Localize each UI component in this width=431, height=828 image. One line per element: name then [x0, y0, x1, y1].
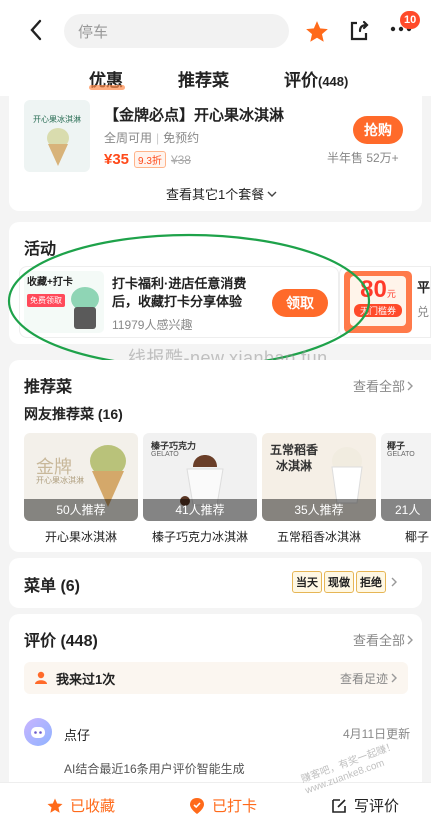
- favorite-button[interactable]: 已收藏: [46, 795, 115, 816]
- chevron-right-icon: [391, 577, 397, 587]
- chevron-right-icon: [391, 673, 397, 683]
- ai-name: 点仔: [64, 728, 91, 743]
- dish-name: 榛子巧克力冰淇淋: [151, 530, 248, 544]
- ai-summary: AI结合最近16条用户评价智能生成: [64, 762, 245, 776]
- tab-underline: [89, 85, 125, 90]
- dish-badge: 41人推荐: [143, 499, 257, 521]
- location-check-icon: [190, 797, 204, 814]
- buy-button[interactable]: 抢购: [353, 116, 403, 144]
- back-icon[interactable]: [28, 18, 44, 42]
- dishes-title: 推荐菜: [24, 379, 73, 396]
- tab-reviews[interactable]: 评价(448): [284, 66, 348, 91]
- deal-thumbnail[interactable]: 开心果冰淇淋: [24, 100, 90, 172]
- footprint-link[interactable]: 查看足迹: [340, 670, 388, 687]
- tab-dishes[interactable]: 推荐菜: [178, 66, 229, 91]
- tab-deals[interactable]: 优惠: [89, 66, 125, 91]
- deal-sales: 半年售 52万+: [327, 151, 399, 165]
- orig-price: ¥38: [170, 152, 191, 167]
- notification-badge: 10: [400, 11, 421, 29]
- star-icon[interactable]: [304, 19, 330, 45]
- star-icon: [47, 798, 63, 813]
- chevron-down-icon: [267, 191, 277, 197]
- search-input[interactable]: 停车: [64, 14, 289, 48]
- dish-name: 五常稻香冰淇淋: [276, 530, 361, 544]
- dish-name: 开心果冰淇淋: [44, 530, 117, 544]
- search-placeholder: 停车: [78, 23, 109, 41]
- dish-badge: 21人: [381, 499, 431, 521]
- dish-name: 椰子: [405, 530, 430, 544]
- menu-chip: 拒绝: [356, 571, 386, 593]
- top-bar: 停车 10: [0, 0, 431, 60]
- deal-meta: 全周可用 | 免预约: [104, 130, 200, 146]
- tab-bar: 优惠 推荐菜 评价(448): [0, 60, 431, 96]
- dishes-subtitle: 网友推荐菜 (16): [24, 406, 123, 422]
- visited-bar[interactable]: 我来过1次 查看足迹: [24, 662, 408, 694]
- user-icon: [35, 671, 47, 684]
- dish-badge: 35人推荐: [262, 499, 376, 521]
- dish-card[interactable]: 五常稻香 冰淇淋 35人推荐: [262, 433, 376, 521]
- menu-chip: 当天: [292, 571, 322, 593]
- deal-price: ¥35: [104, 151, 130, 168]
- menu-title: 菜单 (6): [24, 578, 81, 595]
- deal-price-row: ¥35 9.3折 ¥38: [104, 151, 191, 168]
- dish-card[interactable]: 金牌 开心果冰淇淋 50人推荐: [24, 433, 138, 521]
- dish-card[interactable]: 榛子巧克力 GELATO 41人推荐: [143, 433, 257, 521]
- dishes-section: 推荐菜 查看全部 网友推荐菜 (16) 金牌 开心果冰淇淋 50人推荐 开心果冰…: [9, 360, 431, 552]
- checkin-button[interactable]: 已打卡: [188, 795, 257, 816]
- menu-chips: 当天 现做 拒绝: [292, 571, 398, 593]
- deal-card: 开心果冰淇淋 【金牌必点】开心果冰淇淋 全周可用 | 免预约 ¥35 9.3折 …: [9, 96, 422, 211]
- dish-badge: 50人推荐: [24, 499, 138, 521]
- edit-icon: [332, 798, 346, 813]
- ai-avatar: [24, 718, 52, 746]
- deal-title: 【金牌必点】开心果冰淇淋: [104, 107, 285, 124]
- dish-card[interactable]: 椰子 GELATO 21人: [381, 433, 431, 521]
- dishes-view-all[interactable]: 查看全部: [353, 376, 414, 395]
- visited-text: 我来过1次: [56, 671, 116, 687]
- chevron-right-icon: [407, 381, 414, 390]
- chevron-right-icon: [407, 635, 414, 644]
- write-review-button[interactable]: 写评价: [330, 795, 399, 816]
- share-icon[interactable]: [347, 19, 371, 43]
- discount-badge: 9.3折: [134, 151, 166, 168]
- menu-chip: 现做: [324, 571, 354, 593]
- more-packages-link[interactable]: 查看其它1个套餐: [166, 184, 277, 203]
- reviews-view-all[interactable]: 查看全部: [353, 630, 414, 649]
- bottom-bar: 已收藏 已打卡 写评价: [0, 782, 431, 828]
- reviews-title: 评价 (448): [24, 633, 98, 650]
- menu-section[interactable]: 菜单 (6) 当天 现做 拒绝: [9, 558, 422, 608]
